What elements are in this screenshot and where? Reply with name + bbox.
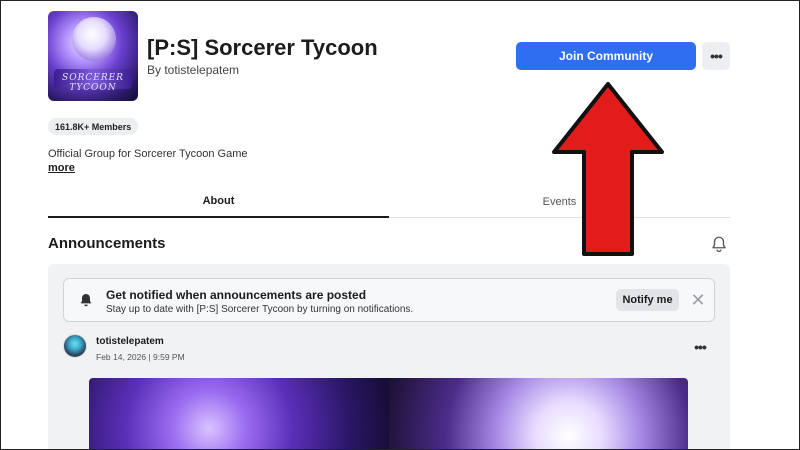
bell-icon[interactable] <box>710 235 728 253</box>
notify-card: Get notified when announcements are post… <box>63 278 715 322</box>
thumbnail-logo: SORCERER TYCOON <box>54 69 132 93</box>
notify-card-subtitle: Stay up to date with [P:S] Sorcerer Tyco… <box>106 304 414 315</box>
bell-icon <box>80 294 92 307</box>
group-description: Official Group for Sorcerer Tycoon Game <box>48 148 248 160</box>
tab-about[interactable]: About <box>48 186 389 218</box>
description-more-link[interactable]: more <box>48 162 75 174</box>
group-title: [P:S] Sorcerer Tycoon <box>147 35 378 60</box>
ellipsis-icon: ••• <box>694 339 707 355</box>
group-thumbnail: SORCERER TYCOON <box>48 11 138 101</box>
post-image-left-panel <box>89 378 389 450</box>
post-image-right-panel <box>389 378 688 450</box>
red-arrow-annotation <box>552 82 664 256</box>
close-icon[interactable]: ✕ <box>688 290 708 310</box>
announcements-heading: Announcements <box>48 235 166 252</box>
post-author[interactable]: totistelepatem <box>96 336 164 347</box>
thumbnail-logo-text: SORCERER TYCOON <box>62 73 124 93</box>
members-badge: 161.8K+ Members <box>48 118 139 135</box>
notify-card-title: Get notified when announcements are post… <box>106 288 367 302</box>
ellipsis-icon: ••• <box>710 48 723 64</box>
join-community-button[interactable]: Join Community <box>516 42 696 70</box>
group-byline[interactable]: By totistelepatem <box>147 63 239 77</box>
post-image[interactable] <box>89 378 688 450</box>
post-more-button[interactable]: ••• <box>690 340 710 354</box>
notify-me-button[interactable]: Notify me <box>616 289 679 311</box>
avatar[interactable] <box>63 334 87 358</box>
thumbnail-character <box>72 17 116 61</box>
post-date: Feb 14, 2026 | 9:59 PM <box>96 352 185 362</box>
group-more-button[interactable]: ••• <box>702 42 730 70</box>
